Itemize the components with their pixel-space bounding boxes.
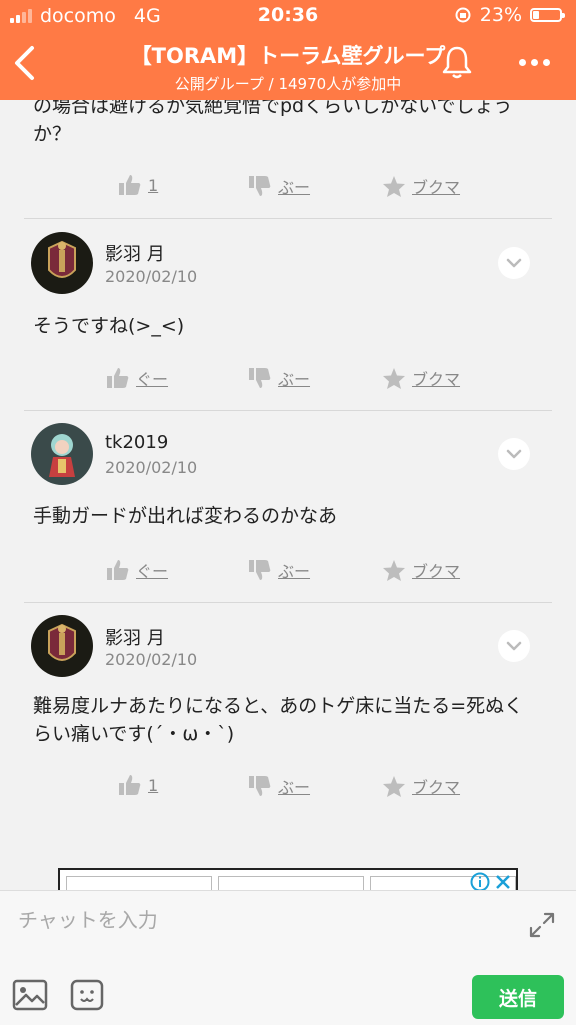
more-options-icon[interactable]	[514, 52, 554, 72]
thumbs-down-icon	[249, 176, 271, 196]
bookmark-button[interactable]: ブクマ	[382, 366, 460, 390]
star-icon	[383, 559, 405, 581]
thumbs-down-icon	[249, 776, 271, 796]
dislike-button[interactable]: ぶー	[248, 174, 310, 198]
app-header: docomo 4G 20:36 23% 【TORAM】トーラム壁グループ 公開グ…	[0, 0, 576, 100]
chevron-down-icon[interactable]	[498, 630, 530, 662]
thumbs-up-icon	[119, 175, 141, 195]
thumbs-up-icon	[119, 775, 141, 795]
star-icon	[383, 775, 405, 797]
dislike-button[interactable]: ぶー	[248, 366, 310, 390]
post-text: 手動ガードが出れば変わるのかなあ	[33, 505, 338, 527]
bookmark-button[interactable]: ブクマ	[382, 774, 460, 798]
chat-input[interactable]	[18, 903, 498, 937]
ad-banner[interactable]	[58, 868, 518, 890]
star-icon	[383, 367, 405, 389]
bookmark-label: ブクマ	[412, 178, 461, 197]
avatar[interactable]	[31, 423, 93, 485]
post-text: そうですね(>_<)	[33, 315, 185, 337]
like-button[interactable]: 1	[118, 174, 158, 196]
bookmark-button[interactable]: ブクマ	[382, 174, 460, 198]
back-chevron-icon[interactable]	[10, 44, 40, 82]
divider	[24, 602, 552, 603]
dislike-button[interactable]: ぶー	[248, 558, 310, 582]
dislike-label: ぶー	[278, 178, 311, 197]
post-date: 2020/02/10	[105, 458, 198, 477]
bell-icon[interactable]	[440, 44, 474, 80]
expand-icon[interactable]	[528, 911, 556, 939]
info-icon[interactable]	[470, 872, 490, 890]
dislike-label: ぶー	[278, 562, 311, 581]
dislike-label: ぶー	[278, 370, 311, 389]
chevron-down-icon[interactable]	[498, 438, 530, 470]
avatar[interactable]	[31, 615, 93, 677]
like-button[interactable]: ぐー	[106, 366, 168, 390]
avatar[interactable]	[31, 232, 93, 294]
post-date: 2020/02/10	[105, 650, 198, 669]
chat-composer: 送信	[0, 890, 576, 1025]
like-count: 1	[148, 175, 159, 195]
thumbs-down-icon	[249, 368, 271, 388]
divider	[24, 218, 552, 219]
like-button[interactable]: ぐー	[106, 558, 168, 582]
close-icon[interactable]	[494, 873, 512, 890]
like-button[interactable]: 1	[118, 774, 158, 796]
like-count: 1	[148, 775, 159, 795]
post-actions: ぐー ぶー ブクマ	[0, 366, 576, 396]
divider	[24, 410, 552, 411]
dislike-button[interactable]: ぶー	[248, 774, 310, 798]
thumbs-up-icon	[107, 368, 129, 388]
thumbs-down-icon	[249, 560, 271, 580]
battery-icon	[530, 8, 565, 22]
battery-percent: 23%	[479, 4, 522, 26]
thumbs-up-icon	[107, 560, 129, 580]
post-actions: 1 ぶー ブクマ	[0, 774, 576, 804]
author-name[interactable]: tk2019	[105, 432, 168, 453]
post-actions: ぐー ぶー ブクマ	[0, 558, 576, 588]
like-label: ぐー	[136, 370, 169, 389]
bookmark-button[interactable]: ブクマ	[382, 558, 460, 582]
send-button[interactable]: 送信	[472, 975, 564, 1019]
image-icon[interactable]	[12, 979, 48, 1011]
author-name[interactable]: 影羽 月	[105, 624, 165, 650]
dislike-label: ぶー	[278, 778, 311, 797]
chevron-down-icon[interactable]	[498, 247, 530, 279]
status-bar: docomo 4G 20:36 23%	[0, 0, 576, 30]
bookmark-label: ブクマ	[412, 370, 461, 389]
bookmark-label: ブクマ	[412, 778, 461, 797]
bookmark-label: ブクマ	[412, 562, 461, 581]
like-label: ぐー	[136, 562, 169, 581]
post-text: 難易度ルナあたりになると、あのトゲ床に当たる=死ぬくらい痛いです(´・ω・`)	[33, 695, 524, 745]
post-date: 2020/02/10	[105, 267, 198, 286]
chat-thread[interactable]: の場合は避けるか気絶覚悟でpdくらいしかないでしょうか？ 1 ぶー ブクマ 影羽…	[0, 100, 576, 890]
post-text: の場合は避けるか気絶覚悟でpdくらいしかないでしょうか？	[33, 100, 513, 145]
star-icon	[383, 175, 405, 197]
orientation-lock-icon	[455, 7, 471, 23]
post-actions: 1 ぶー ブクマ	[0, 174, 576, 204]
author-name[interactable]: 影羽 月	[105, 240, 165, 266]
emoji-icon[interactable]	[70, 979, 104, 1011]
